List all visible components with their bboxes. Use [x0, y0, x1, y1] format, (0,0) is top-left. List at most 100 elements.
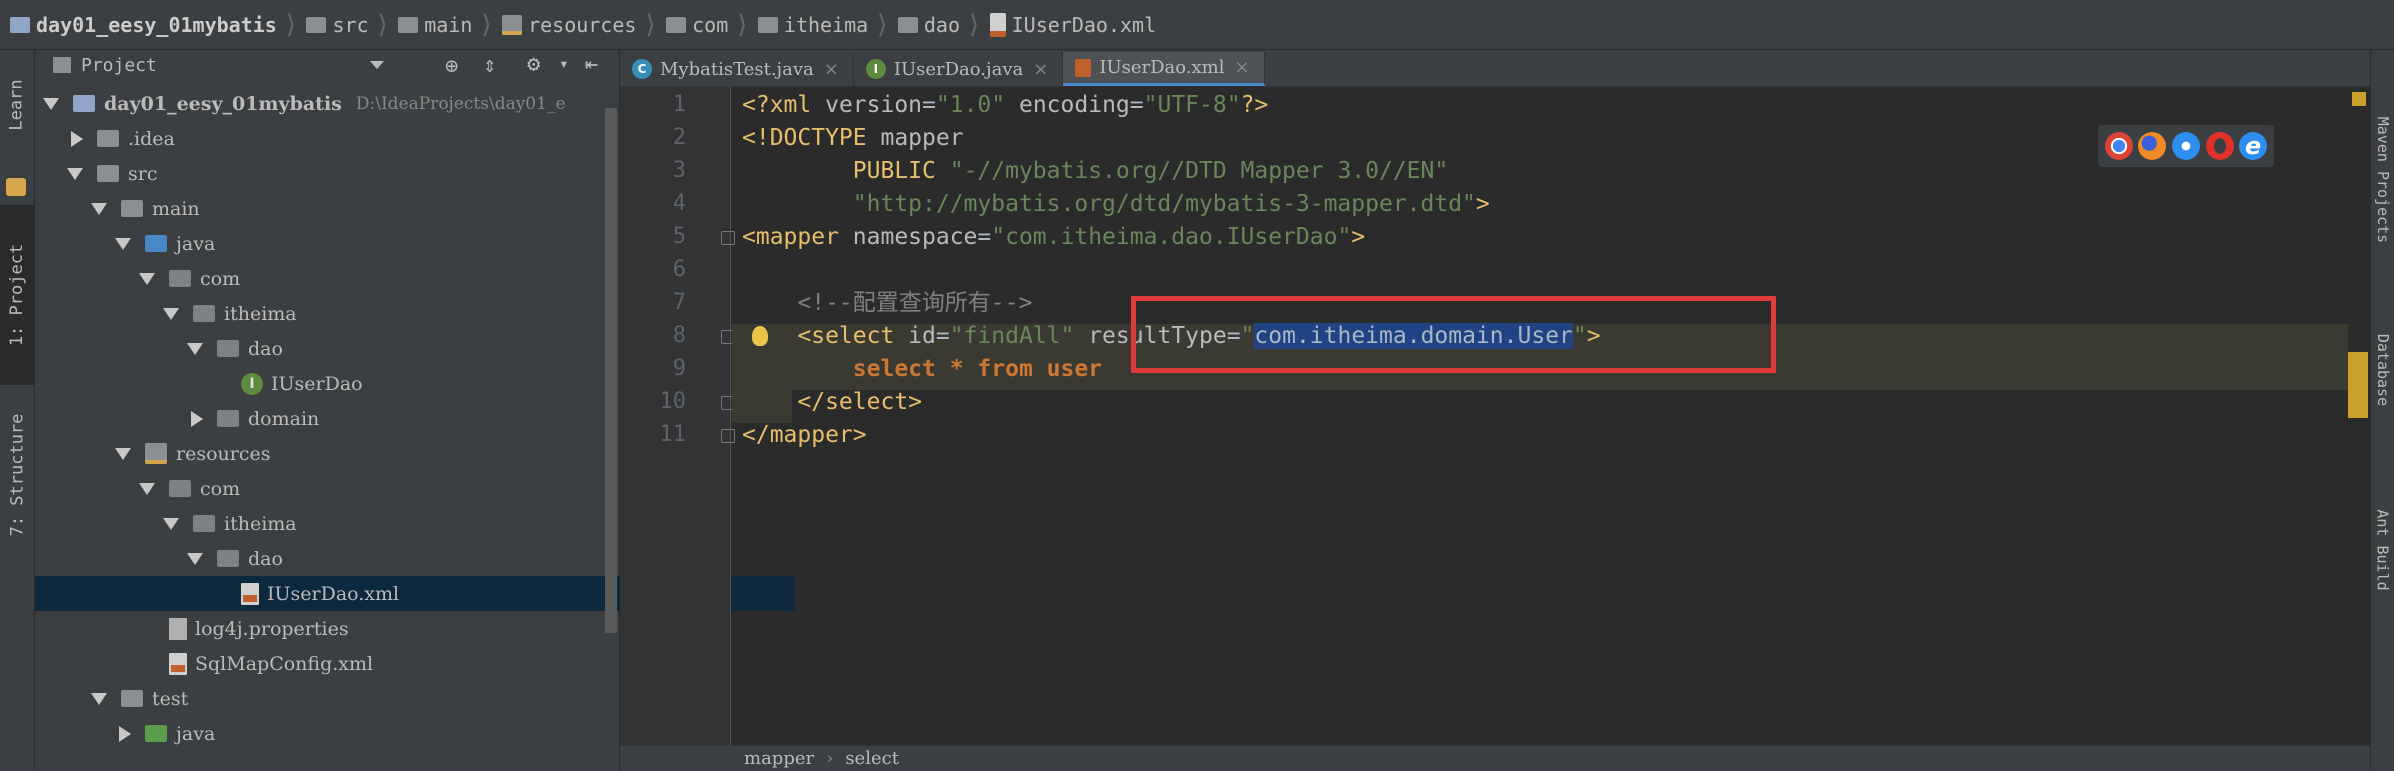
breadcrumb-separator: ⟩: [874, 9, 890, 40]
tree-item[interactable]: com: [139, 471, 240, 506]
project-tool-tab[interactable]: 1: Project: [0, 205, 34, 385]
chevron-down-icon[interactable]: [139, 482, 155, 495]
status-path-select[interactable]: select: [845, 748, 899, 769]
breadcrumb-item[interactable]: dao ⟩: [897, 10, 990, 40]
tree-item[interactable]: day01_eesy_01mybatis D:\IdeaProjects\day0…: [43, 86, 566, 121]
scroll-from-source-icon[interactable]: ⊕: [445, 54, 458, 79]
chrome-icon[interactable]: [2104, 132, 2133, 160]
breadcrumb-item[interactable]: day01_eesy_01mybatis ⟩: [10, 10, 306, 40]
chevron-down-icon[interactable]: [370, 61, 384, 69]
breadcrumb-item[interactable]: main ⟩: [398, 10, 502, 40]
tree-item[interactable]: java: [115, 716, 215, 751]
code-line[interactable]: <mapper namespace="com.itheima.dao.IUser…: [742, 221, 1365, 254]
code-line[interactable]: </mapper>: [742, 419, 867, 452]
tree-item[interactable]: com: [139, 261, 240, 296]
browser-preview-toolbar: e: [2098, 125, 2274, 167]
project-path-hint: D:\IdeaProjects\day01_e: [355, 93, 566, 114]
breadcrumb-item[interactable]: src ⟩: [306, 10, 398, 40]
close-icon[interactable]: ×: [1235, 57, 1250, 78]
tree-item-label: IUserDao.xml: [267, 582, 400, 605]
breadcrumb-separator: ⟩: [374, 9, 391, 40]
tree-item[interactable]: test: [91, 681, 188, 716]
tree-item[interactable]: SqlMapConfig.xml: [139, 646, 373, 681]
breadcrumb-item[interactable]: com ⟩: [666, 10, 758, 40]
chevron-down-icon[interactable]: [187, 552, 203, 565]
chevron-down-icon[interactable]: [67, 167, 83, 180]
code-token: "-//mybatis.org//DTD Mapper 3.0//EN": [949, 158, 1449, 184]
breadcrumb-item[interactable]: itheima ⟩: [757, 9, 898, 40]
chevron-down-icon[interactable]: [115, 447, 131, 460]
folder-icon: [666, 16, 687, 33]
chevron-down-icon[interactable]: [163, 307, 179, 320]
close-icon[interactable]: ×: [1033, 59, 1048, 80]
tree-item[interactable]: itheima: [163, 296, 297, 331]
xml-file-icon: [241, 582, 259, 605]
breadcrumb-separator: ⟩: [734, 9, 750, 40]
settings-dropdown-icon[interactable]: ▾: [559, 54, 569, 73]
chevron-down-icon[interactable]: [43, 97, 59, 110]
tree-item[interactable]: log4j.properties: [139, 611, 349, 646]
warning-marker[interactable]: [2352, 92, 2366, 106]
tree-item[interactable]: I IUserDao: [211, 366, 363, 401]
collapse-all-icon[interactable]: ⇕: [483, 53, 496, 78]
safari-icon[interactable]: [2171, 132, 2200, 160]
editor-tab[interactable]: C MybatisTest.java ×: [620, 52, 854, 86]
chevron-down-icon[interactable]: [139, 272, 155, 285]
status-path-mapper[interactable]: mapper: [744, 748, 814, 769]
resources-folder-icon: [145, 443, 167, 464]
code-line[interactable]: PUBLIC "-//mybatis.org//DTD Mapper 3.0//…: [742, 155, 1448, 188]
tree-item-label: java: [176, 232, 216, 255]
tree-item-label: com: [200, 477, 241, 500]
folder-icon: [398, 16, 419, 33]
ie-icon[interactable]: e: [2239, 132, 2268, 160]
editor-tab[interactable]: I IUserDao.java ×: [854, 52, 1064, 86]
learn-tool-tab[interactable]: Learn: [0, 50, 34, 160]
code-line[interactable]: </select>: [742, 386, 922, 419]
chevron-right-icon[interactable]: [119, 725, 131, 742]
chevron-down-icon[interactable]: [163, 517, 179, 530]
code-line[interactable]: <!DOCTYPE mapper: [742, 122, 964, 155]
code-token: >: [1475, 191, 1490, 217]
hide-panel-icon[interactable]: ⇤: [585, 52, 598, 77]
tree-item[interactable]: .idea: [67, 121, 175, 156]
package-icon: [217, 550, 239, 567]
code-line[interactable]: <?xml version="1.0" encoding="UTF-8"?>: [742, 89, 1268, 122]
close-icon[interactable]: ×: [824, 59, 839, 80]
breadcrumb-item[interactable]: resources ⟩: [502, 10, 666, 40]
chevron-right-icon[interactable]: [71, 130, 83, 147]
breadcrumb-item[interactable]: IUserDao.xml: [989, 12, 1156, 37]
tree-item[interactable]: src: [67, 156, 157, 191]
structure-tool-tab[interactable]: 7: Structure: [0, 390, 34, 560]
code-line[interactable]: "http://mybatis.org/dtd/mybatis-3-mapper…: [742, 188, 1490, 221]
opera-icon[interactable]: [2205, 132, 2234, 160]
editor-tab[interactable]: IUserDao.xml ×: [1063, 52, 1265, 86]
tree-item[interactable]: resources: [115, 436, 270, 471]
chevron-down-icon[interactable]: [91, 692, 107, 705]
interface-icon: I: [241, 372, 263, 395]
chevron-down-icon[interactable]: [115, 237, 131, 250]
gear-icon[interactable]: ⚙: [527, 52, 540, 77]
tree-item[interactable]: dao: [187, 331, 283, 366]
database-tab[interactable]: Database: [2371, 300, 2394, 440]
editor-tab-label: IUserDao.xml: [1099, 57, 1225, 78]
code-editor[interactable]: <?xml version="1.0" encoding="UTF-8"?> <!…: [732, 87, 2352, 745]
tree-item[interactable]: main: [91, 191, 200, 226]
tree-item-label: IUserDao: [271, 372, 363, 395]
tree-item[interactable]: domain: [187, 401, 319, 436]
code-line[interactable]: select * from user: [742, 353, 1102, 386]
code-line[interactable]: <!--配置查询所有-->: [742, 287, 1032, 320]
project-scrollbar[interactable]: [605, 108, 617, 633]
tree-item[interactable]: itheima: [163, 506, 297, 541]
maven-projects-tab[interactable]: Maven Projects: [2371, 80, 2394, 280]
firefox-icon[interactable]: [2138, 132, 2167, 160]
tree-item[interactable]: dao: [187, 541, 283, 576]
lightbulb-icon[interactable]: [752, 326, 768, 346]
chevron-down-icon[interactable]: [91, 202, 107, 215]
editor-scroll-marker[interactable]: [2348, 352, 2368, 418]
chevron-right-icon[interactable]: [191, 410, 203, 427]
tree-item[interactable]: java: [115, 226, 215, 261]
chevron-down-icon[interactable]: [187, 342, 203, 355]
ant-build-tab[interactable]: Ant Build: [2371, 470, 2394, 630]
code-token: </mapper>: [742, 422, 867, 448]
project-view-selector[interactable]: Project: [81, 55, 157, 76]
